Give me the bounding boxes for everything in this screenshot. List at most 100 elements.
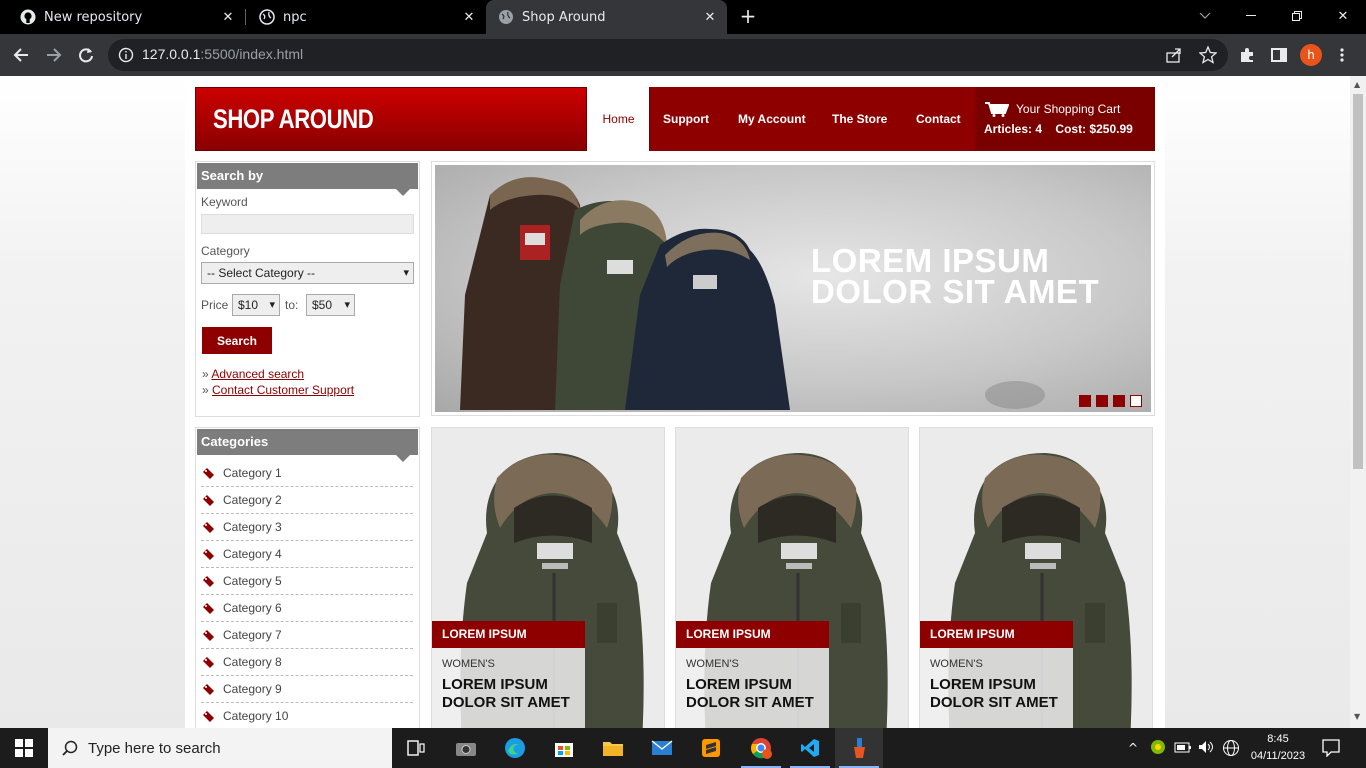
edge-browser-icon[interactable]: [491, 728, 539, 768]
mail-icon[interactable]: [638, 728, 686, 768]
articles-label: Articles:: [984, 122, 1033, 136]
category-item[interactable]: Category 8: [201, 649, 413, 676]
close-icon[interactable]: ✕: [460, 10, 478, 25]
slider-dot-3[interactable]: [1113, 395, 1125, 407]
file-explorer-icon[interactable]: [589, 728, 637, 768]
product-description: WOMEN'S LOREM IPSUM DOLOR SIT AMET: [920, 648, 1073, 728]
profile-avatar[interactable]: h: [1299, 43, 1323, 67]
categories-title: Categories: [201, 434, 269, 449]
chrome-browser-icon[interactable]: [737, 728, 785, 768]
category-label: Category 9: [223, 682, 282, 696]
slider-dot-4[interactable]: [1130, 395, 1142, 407]
site-logo[interactable]: SHOP AROUND: [195, 87, 587, 151]
share-icon[interactable]: [1166, 47, 1182, 63]
product-card[interactable]: LOREM IPSUM WOMEN'S LOREM IPSUM DOLOR SIT …: [675, 427, 909, 728]
windows-taskbar: Type here to search ^ 8:45 04/11/2023: [0, 728, 1366, 768]
keyword-input[interactable]: [201, 214, 414, 234]
category-label: Category 5: [223, 574, 282, 588]
product-description: WOMEN'S LOREM IPSUM DOLOR SIT AMET: [676, 648, 829, 728]
hero-image: LOREM IPSUM DOLOR SIT AMET: [435, 165, 1151, 412]
camera-app-icon[interactable]: [442, 728, 490, 768]
close-icon[interactable]: ✕: [219, 10, 237, 25]
search-button[interactable]: Search: [202, 327, 272, 354]
product-name[interactable]: LOREM IPSUM DOLOR SIT AMET: [442, 676, 575, 712]
extensions-puzzle-icon[interactable]: [1235, 43, 1259, 67]
product-name[interactable]: LOREM IPSUM DOLOR SIT AMET: [930, 676, 1063, 712]
slider-dot-2[interactable]: [1096, 395, 1108, 407]
category-label: Category 2: [223, 493, 282, 507]
category-select[interactable]: -- Select Category -- ▾: [201, 262, 414, 284]
category-item[interactable]: Category 5: [201, 568, 413, 595]
product-card[interactable]: LOREM IPSUM WOMEN'S LOREM IPSUM DOLOR SIT …: [919, 427, 1153, 728]
categories-panel: Categories Category 1 Category 2 Category …: [195, 427, 420, 728]
category-item[interactable]: Category 6: [201, 595, 413, 622]
tag-icon: [203, 602, 214, 614]
category-item[interactable]: Category 7: [201, 622, 413, 649]
task-view-icon[interactable]: [392, 728, 440, 768]
price-from-select[interactable]: $10 ▾: [232, 294, 280, 316]
category-label: Category 10: [223, 709, 289, 723]
scrollbar-thumb[interactable]: [1353, 94, 1363, 469]
nav-support[interactable]: Support: [663, 87, 709, 151]
microsoft-store-icon[interactable]: [540, 728, 588, 768]
taskbar-clock[interactable]: 8:45 04/11/2023: [1244, 731, 1312, 765]
notification-icon[interactable]: [1322, 739, 1340, 757]
sublime-text-icon[interactable]: [687, 728, 735, 768]
tab-search-chevron-icon[interactable]: [1182, 0, 1228, 32]
nav-contact[interactable]: Contact: [916, 87, 961, 151]
product-tag: LOREM IPSUM: [920, 621, 1073, 648]
category-item[interactable]: Category 2: [201, 487, 413, 514]
category-item[interactable]: Category 1: [201, 460, 413, 487]
windows-start-icon[interactable]: [0, 728, 48, 768]
category-item[interactable]: Category 9: [201, 676, 413, 703]
nav-home[interactable]: Home: [588, 87, 649, 151]
menu-kebab-icon[interactable]: [1330, 43, 1354, 67]
language-globe-icon[interactable]: [1222, 739, 1240, 757]
bookmark-star-icon[interactable]: [1199, 46, 1217, 64]
restore-icon[interactable]: [1274, 0, 1320, 32]
category-item[interactable]: Category 3: [201, 514, 413, 541]
taskbar-search-input[interactable]: Type here to search: [48, 728, 392, 768]
paint-app-icon[interactable]: [835, 728, 883, 768]
price-to-select[interactable]: $50 ▾: [306, 294, 355, 316]
product-name[interactable]: LOREM IPSUM DOLOR SIT AMET: [686, 676, 819, 712]
reload-icon[interactable]: [74, 43, 98, 67]
forward-arrow-icon[interactable]: [42, 43, 66, 67]
back-arrow-icon[interactable]: [9, 43, 33, 67]
app-tray-icon[interactable]: [1150, 739, 1166, 755]
category-item[interactable]: Category 4: [201, 541, 413, 568]
info-icon[interactable]: [118, 47, 134, 63]
shopping-cart[interactable]: Your Shopping Cart Articles: 4 Cost: $25…: [975, 87, 1155, 151]
tag-icon: [203, 656, 214, 668]
new-tab-plus-icon[interactable]: +: [738, 6, 758, 28]
nav-my-account[interactable]: My Account: [738, 87, 806, 151]
product-card[interactable]: LOREM IPSUM WOMEN'S LOREM IPSUM DOLOR SIT …: [431, 427, 665, 728]
search-panel: Search by Keyword Category -- Select Cat…: [195, 161, 420, 417]
minimize-icon[interactable]: [1228, 0, 1274, 32]
scroll-up-icon[interactable]: ▲: [1354, 80, 1360, 89]
close-window-icon[interactable]: ✕: [1320, 0, 1366, 32]
cart-title: Your Shopping Cart: [1016, 102, 1121, 116]
tab-new-repository[interactable]: New repository ✕: [0, 0, 245, 34]
contact-support-link[interactable]: Contact Customer Support: [212, 383, 354, 397]
tab-title: Shop Around: [522, 9, 606, 25]
categories-heading: Categories: [197, 429, 418, 462]
side-panel-icon[interactable]: [1267, 43, 1291, 67]
show-hidden-icons-chevron-icon[interactable]: ^: [1128, 741, 1138, 755]
page-scrollbar[interactable]: ▲ ▼: [1350, 76, 1366, 728]
address-bar[interactable]: 127.0.0.1:5500/index.html: [108, 39, 1228, 71]
close-icon[interactable]: ✕: [701, 10, 719, 25]
battery-icon[interactable]: [1174, 740, 1192, 754]
site-shell: SHOP AROUND Home Support My Account The …: [185, 76, 1165, 728]
vscode-icon[interactable]: [786, 728, 834, 768]
nav-the-store[interactable]: The Store: [832, 87, 887, 151]
scroll-down-icon[interactable]: ▼: [1354, 712, 1360, 721]
cost-label: Cost:: [1055, 122, 1087, 136]
slider-dot-1[interactable]: [1079, 395, 1091, 407]
category-item[interactable]: Category 10: [201, 703, 413, 728]
tab-shop-around[interactable]: Shop Around ✕: [486, 0, 727, 34]
advanced-search-link[interactable]: Advanced search: [211, 367, 304, 381]
volume-icon[interactable]: [1198, 740, 1216, 754]
tab-npc[interactable]: npc ✕: [246, 0, 486, 34]
search-panel-heading: Search by: [197, 163, 418, 196]
